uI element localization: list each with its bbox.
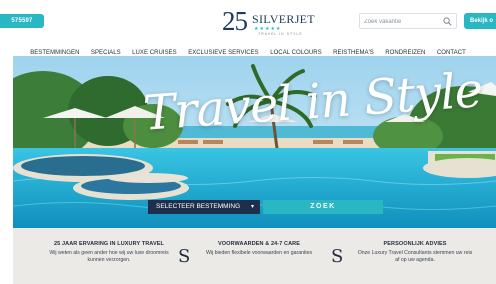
feature-advice: PERSOONLIJK ADVIES Onze Luxury Travel Co… [355, 241, 475, 264]
destination-select-label: SELECTEER BESTEMMING [156, 203, 241, 210]
search-box[interactable] [359, 13, 457, 29]
feature-experience: 25 JAAR ERVARING IN LUXURY TRAVEL Wij we… [49, 241, 169, 264]
feature-description: Wij weten als geen ander hoe wij uw luxe… [49, 250, 169, 263]
phone-number-button[interactable]: 575597 [0, 14, 44, 28]
search-input[interactable] [364, 16, 442, 27]
logo-tagline: TRAVEL IN STYLE [258, 32, 303, 36]
feature-description: Onze Luxury Travel Consultants stemmen u… [357, 250, 473, 263]
logo-number: 25 [222, 6, 248, 36]
logo-wordmark: SILVERJET [252, 12, 315, 26]
feature-description: Wij bieden flexibele voorwaarden en gara… [205, 250, 313, 256]
divider-icon: S [178, 246, 191, 267]
search-button[interactable]: ZOEK [263, 200, 383, 214]
divider-icon: S [331, 246, 344, 267]
feature-title: 25 JAAR ERVARING IN LUXURY TRAVEL [54, 241, 164, 247]
feature-title: PERSOONLIJK ADVIES [383, 241, 447, 247]
view-offers-button[interactable]: Bekijk o [464, 13, 496, 29]
chevron-down-icon: ▾ [250, 204, 254, 210]
silverjet-logo[interactable]: 25 SILVERJET ★★★★★ TRAVEL IN STYLE [222, 6, 322, 40]
destination-select[interactable]: SELECTEER BESTEMMING ▾ [148, 200, 260, 214]
features-bar: 25 JAAR ERVARING IN LUXURY TRAVEL Wij we… [13, 228, 496, 284]
feature-conditions: VOORWAARDEN & 24-7 CARE Wij bieden flexi… [199, 241, 319, 257]
hero-banner: Travel in Style SELECTEER BESTEMMING ▾ Z… [13, 56, 496, 228]
main-nav: BESTEMMINGEN SPECIALS LUXE CRUISES EXCLU… [0, 41, 496, 56]
feature-title: VOORWAARDEN & 24-7 CARE [218, 241, 300, 247]
search-icon[interactable] [443, 17, 452, 26]
site-header: 575597 25 SILVERJET ★★★★★ TRAVEL IN STYL… [0, 0, 496, 56]
